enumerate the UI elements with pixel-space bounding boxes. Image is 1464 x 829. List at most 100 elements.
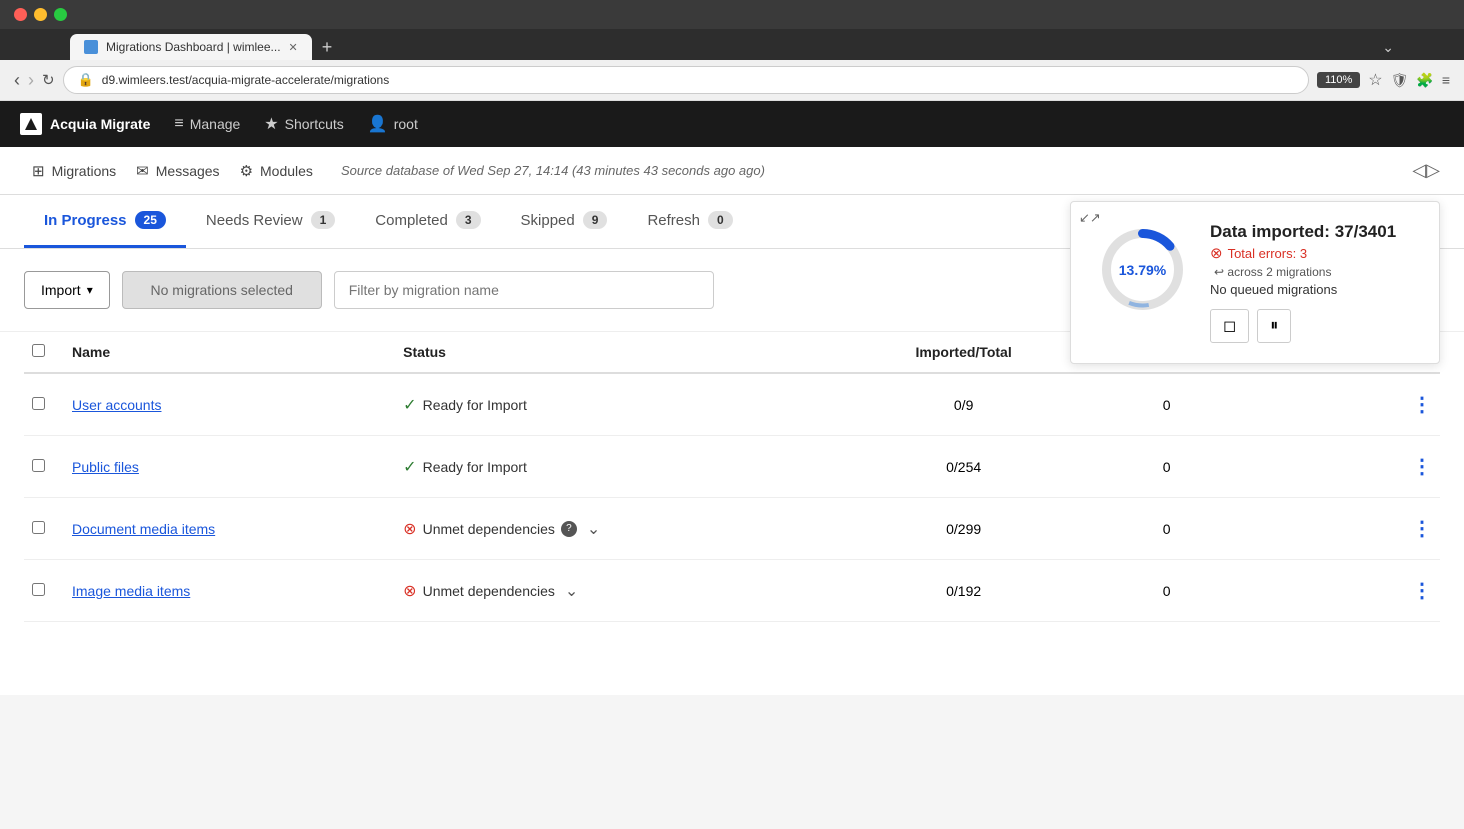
user-nav-item[interactable]: 👤 root <box>368 114 418 134</box>
menu-ext-icon[interactable]: ≡ <box>1442 72 1450 89</box>
header-status: Status <box>395 332 847 373</box>
content-nav-messages[interactable]: ✉ Messages <box>128 162 227 180</box>
tab-completed[interactable]: Completed 3 <box>355 195 500 248</box>
tab-refresh-label: Refresh <box>647 212 700 229</box>
data-title-text: Data imported: <box>1210 222 1330 241</box>
sidebar-toggle[interactable]: ◁▷ <box>1412 160 1440 181</box>
browser-tab-bar: Migrations Dashboard | wimlee... ✕ + ⌄ <box>0 29 1464 60</box>
user-accounts-link[interactable]: User accounts <box>72 397 161 413</box>
data-card-title: Data imported: 37/3401 <box>1210 222 1415 242</box>
row-checkbox-cell <box>24 373 64 436</box>
status-unmet: ⊗ Unmet dependencies ? ⌄ <box>403 519 839 539</box>
row-imported-cell: 0/9 <box>847 373 1080 436</box>
tab-refresh[interactable]: Refresh 0 <box>627 195 752 248</box>
card-actions: ◻ ⏸ <box>1210 309 1415 343</box>
new-tab-button[interactable]: + <box>312 37 343 58</box>
lock-icon: 🔒 <box>78 72 94 88</box>
help-icon[interactable]: ? <box>561 521 577 537</box>
back-button[interactable]: ‹ <box>14 70 20 91</box>
migrations-label: Migrations <box>52 163 117 179</box>
pause-button[interactable]: ⏸ <box>1257 309 1291 343</box>
tab-skipped[interactable]: Skipped 9 <box>501 195 628 248</box>
content-nav-modules[interactable]: ⚙ Modules <box>232 162 321 180</box>
error-circle-icon: ⊗ <box>1210 244 1223 262</box>
tab-completed-label: Completed <box>375 212 448 229</box>
data-card-info: Data imported: 37/3401 ⊗ Total errors: 3… <box>1210 222 1415 343</box>
address-bar[interactable]: 🔒 d9.wimleers.test/acquia-migrate-accele… <box>63 66 1309 94</box>
user-label: root <box>394 116 418 132</box>
no-queued: No queued migrations <box>1210 282 1415 297</box>
bookmark-icon[interactable]: ☆ <box>1368 70 1382 90</box>
error-circle-icon: ⊗ <box>403 519 416 539</box>
row-messages-cell: 0 <box>1080 436 1253 498</box>
table-container: Name Status Imported/Total Messages Oper… <box>0 332 1464 622</box>
browser-chrome <box>0 0 1464 29</box>
document-media-link[interactable]: Document media items <box>72 521 215 537</box>
row-checkbox[interactable] <box>32 397 45 410</box>
operations-menu-button[interactable]: ⋮ <box>1412 456 1432 478</box>
row-name-cell: Document media items <box>64 498 395 560</box>
tab-needs-review[interactable]: Needs Review 1 <box>186 195 355 248</box>
puzzle-ext-icon[interactable]: 🧩 <box>1416 72 1433 89</box>
shield-ext-icon[interactable]: 🛡 <box>1391 72 1409 89</box>
row-checkbox[interactable] <box>32 521 45 534</box>
main-content: In Progress 25 Needs Review 1 Completed … <box>0 195 1464 695</box>
status-label: Unmet dependencies <box>423 521 555 537</box>
row-checkbox-cell <box>24 436 64 498</box>
row-messages-cell: 0 <box>1080 498 1253 560</box>
row-ops-cell: ⋮ <box>1253 373 1440 436</box>
browser-dots <box>14 8 67 21</box>
expand-button[interactable]: ⌄ <box>561 581 582 601</box>
total-errors: ⊗ Total errors: 3 <box>1210 244 1415 262</box>
select-all-checkbox[interactable] <box>32 344 45 357</box>
messages-label: Messages <box>156 163 220 179</box>
row-checkbox[interactable] <box>32 583 45 596</box>
row-ops-cell: ⋮ <box>1253 436 1440 498</box>
shortcuts-nav-item[interactable]: ★ Shortcuts <box>264 114 343 134</box>
status-label: Ready for Import <box>423 459 527 475</box>
public-files-link[interactable]: Public files <box>72 459 139 475</box>
image-media-link[interactable]: Image media items <box>72 583 190 599</box>
admin-logo-label: Acquia Migrate <box>50 116 150 132</box>
operations-menu-button[interactable]: ⋮ <box>1412 580 1432 602</box>
table-row: Document media items ⊗ Unmet dependencie… <box>24 498 1440 560</box>
browser-tab-active[interactable]: Migrations Dashboard | wimlee... ✕ <box>70 34 312 60</box>
acquia-logo-icon <box>20 113 42 135</box>
import-button[interactable]: Import ▾ <box>24 271 110 309</box>
manage-nav-item[interactable]: ≡ Manage <box>174 115 240 133</box>
yellow-dot[interactable] <box>34 8 47 21</box>
donut-chart: 13.79% <box>1095 222 1190 317</box>
filter-input[interactable] <box>334 271 714 309</box>
messages-icon: ✉ <box>136 162 149 180</box>
row-checkbox-cell <box>24 498 64 560</box>
tab-in-progress[interactable]: In Progress 25 <box>24 195 186 248</box>
green-dot[interactable] <box>54 8 67 21</box>
chevron-down-icon[interactable]: ⌄ <box>1382 39 1394 56</box>
modules-icon: ⚙ <box>240 162 253 180</box>
row-name-cell: Image media items <box>64 560 395 622</box>
header-checkbox <box>24 332 64 373</box>
content-nav-migrations[interactable]: ⊞ Migrations <box>24 162 124 180</box>
forward-button[interactable]: › <box>28 70 34 91</box>
row-status-cell: ⊗ Unmet dependencies ⌄ <box>395 560 847 622</box>
menu-icon: ≡ <box>174 115 183 133</box>
grid-icon: ⊞ <box>32 162 45 180</box>
stop-button[interactable]: ◻ <box>1210 309 1249 343</box>
table-row: Image media items ⊗ Unmet dependencies ⌄… <box>24 560 1440 622</box>
expand-button[interactable]: ⌄ <box>583 519 604 539</box>
refresh-button[interactable]: ↻ <box>42 71 55 89</box>
row-imported-cell: 0/254 <box>847 436 1080 498</box>
browser-ext-icons: 🛡 🧩 ≡ <box>1391 72 1450 89</box>
operations-menu-button[interactable]: ⋮ <box>1412 394 1432 416</box>
data-fraction: 37/3401 <box>1335 222 1396 241</box>
admin-logo[interactable]: Acquia Migrate <box>20 113 150 135</box>
operations-menu-button[interactable]: ⋮ <box>1412 518 1432 540</box>
close-icon[interactable]: ✕ <box>289 41 298 54</box>
red-dot[interactable] <box>14 8 27 21</box>
content-toolbar: ⊞ Migrations ✉ Messages ⚙ Modules Source… <box>0 147 1464 195</box>
status-unmet: ⊗ Unmet dependencies ⌄ <box>403 581 839 601</box>
table-row: User accounts ✓ Ready for Import 0/9 0 ⋮ <box>24 373 1440 436</box>
header-name: Name <box>64 332 395 373</box>
row-name-cell: Public files <box>64 436 395 498</box>
row-checkbox[interactable] <box>32 459 45 472</box>
